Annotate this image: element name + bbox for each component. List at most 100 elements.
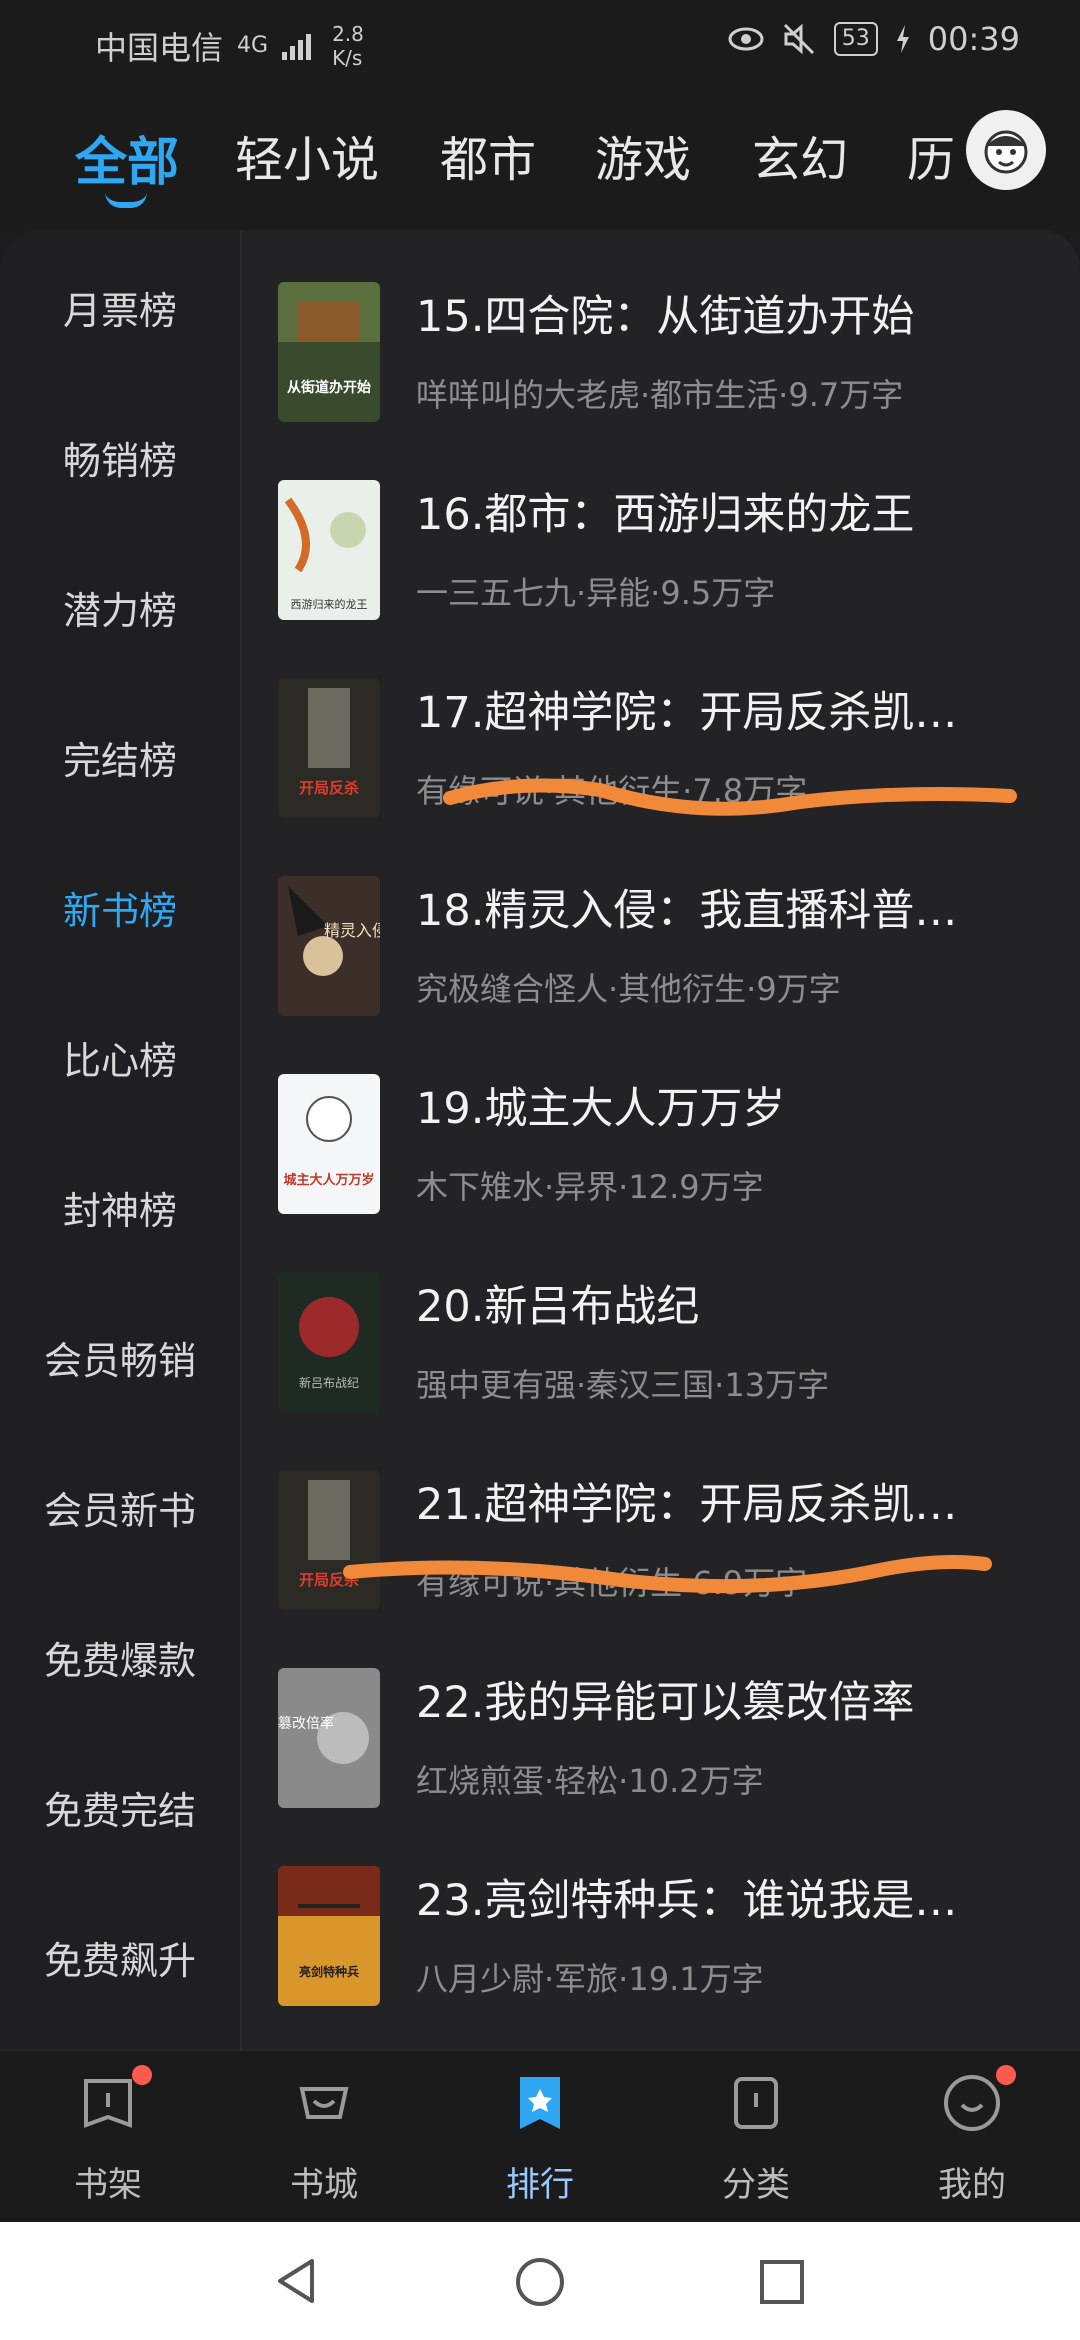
list-item[interactable]: 精灵入侵 18.精灵入侵：我直播科普… 究极缝合怪人·其他衍生·9万字 (240, 824, 1080, 1022)
sidebar-item-free-rising[interactable]: 免费飙升 (0, 1930, 240, 1985)
back-icon[interactable] (272, 2256, 322, 2306)
book-title[interactable]: 18.精灵入侵：我直播科普… (416, 876, 957, 938)
list-item[interactable]: 西游归来的龙王 16.都市：西游归来的龙王 一三五七九·异能·9.5万字 (240, 428, 1080, 626)
status-bar: 中国电信 4G 2.8 K/s 53 00:39 (0, 0, 1080, 90)
book-cover[interactable]: 开局反杀 (278, 1470, 380, 1610)
clock: 00:39 (927, 20, 1020, 58)
book-title[interactable]: 23.亮剑特种兵：谁说我是… (416, 1866, 957, 1928)
home-icon[interactable] (514, 2256, 566, 2308)
list-item[interactable]: 开局反杀 17.超神学院：开局反杀凯… 有缘可说·其他衍生·7.8万字 (240, 626, 1080, 824)
nav-profile[interactable]: 我的 (902, 2065, 1042, 2206)
eye-icon (728, 27, 764, 51)
nav-label: 分类 (722, 2165, 790, 2205)
sidebar-item-free-hot[interactable]: 免费爆款 (0, 1630, 240, 1685)
category-tabs: 全部 轻小说 都市 游戏 玄幻 历 (0, 90, 1080, 230)
book-meta: 强中更有强·秦汉三国·13万字 (416, 1366, 830, 1404)
tab-light-novel[interactable]: 轻小说 (235, 120, 379, 190)
tab-all[interactable]: 全部 (75, 120, 179, 195)
bookstore-icon (292, 2071, 356, 2135)
battery-level: 53 (833, 22, 878, 56)
cover-text: 从街道办开始 (287, 379, 371, 396)
nav-label: 排行 (506, 2165, 574, 2205)
list-item[interactable]: 新吕布战纪 20.新吕布战纪 强中更有强·秦汉三国·13万字 (240, 1220, 1080, 1418)
tab-history[interactable]: 历 (907, 120, 955, 190)
book-list: 从街道办开始 15.四合院：从街道办开始 咩咩叫的大老虎·都市生活·9.7万字 … (240, 230, 1080, 2050)
sidebar-item-free-completed[interactable]: 免费完结 (0, 1780, 240, 1835)
list-item[interactable]: 篡改倍率 22.我的异能可以篡改倍率 红烧煎蛋·轻松·10.2万字 (240, 1616, 1080, 1814)
book-cover[interactable]: 西游归来的龙王 (278, 480, 380, 620)
cover-text: 新吕布战纪 (299, 1375, 359, 1390)
nav-bookstore[interactable]: 书城 (254, 2071, 394, 2206)
list-item[interactable]: 亮剑特种兵 23.亮剑特种兵：谁说我是… 八月少尉·军旅·19.1万字 (240, 1814, 1080, 2012)
nav-category[interactable]: 分类 (686, 2071, 826, 2206)
cover-text: 西游归来的龙王 (291, 597, 368, 611)
face-icon (984, 130, 1028, 174)
book-cover[interactable]: 城主大人万万岁 (278, 1074, 380, 1214)
tab-urban[interactable]: 都市 (440, 120, 536, 190)
ranking-panel: 月票榜 畅销榜 潜力榜 完结榜 新书榜 比心榜 封神榜 会员畅销 会员新书 免费… (0, 230, 1080, 2050)
badge-dot (996, 2065, 1016, 2085)
book-title[interactable]: 16.都市：西游归来的龙王 (416, 480, 914, 542)
list-item[interactable]: 从街道办开始 15.四合院：从街道办开始 咩咩叫的大老虎·都市生活·9.7万字 (240, 230, 1080, 428)
sidebar-item-new-books[interactable]: 新书榜 (0, 880, 240, 935)
cover-text: 开局反杀 (299, 1571, 359, 1589)
active-tab-indicator (105, 192, 147, 208)
cover-text: 亮剑特种兵 (299, 1964, 359, 1979)
sidebar-item-potential[interactable]: 潜力榜 (0, 580, 240, 635)
bottom-nav: 书架 书城 排行 分类 我的 (0, 2050, 1080, 2223)
net-speed-value: 2.8 (332, 22, 364, 46)
list-item[interactable]: 开局反杀 21.超神学院：开局反杀凯… 有缘可说·其他衍生·6.9万字 (240, 1418, 1080, 1616)
ranking-sidebar: 月票榜 畅销榜 潜力榜 完结榜 新书榜 比心榜 封神榜 会员畅销 会员新书 免费… (0, 230, 242, 2050)
sidebar-item-vip-bestseller[interactable]: 会员畅销 (0, 1330, 240, 1385)
book-meta: 八月少尉·军旅·19.1万字 (416, 1960, 764, 1998)
nav-label: 书城 (290, 2165, 358, 2205)
sidebar-item-monthly[interactable]: 月票榜 (0, 280, 240, 335)
book-meta: 究极缝合怪人·其他衍生·9万字 (416, 970, 841, 1008)
ranking-icon (508, 2071, 572, 2135)
book-cover[interactable]: 开局反杀 (278, 678, 380, 818)
book-meta: 咩咩叫的大老虎·都市生活·9.7万字 (416, 376, 904, 414)
book-cover[interactable]: 篡改倍率 (278, 1668, 380, 1808)
cover-text: 开局反杀 (299, 779, 359, 797)
net-speed-unit: K/s (332, 46, 363, 70)
bookshelf-icon (76, 2065, 152, 2135)
recent-apps-icon[interactable] (758, 2258, 806, 2306)
sidebar-item-completed[interactable]: 完结榜 (0, 730, 240, 785)
nav-label: 我的 (938, 2165, 1006, 2205)
book-title[interactable]: 21.超神学院：开局反杀凯… (416, 1470, 957, 1532)
sidebar-item-fengshen[interactable]: 封神榜 (0, 1180, 240, 1235)
tab-game[interactable]: 游戏 (595, 120, 691, 190)
book-title[interactable]: 22.我的异能可以篡改倍率 (416, 1668, 914, 1730)
book-title[interactable]: 20.新吕布战纪 (416, 1272, 699, 1334)
book-meta: 木下雉水·异界·12.9万字 (416, 1168, 764, 1206)
sidebar-item-vip-new[interactable]: 会员新书 (0, 1480, 240, 1535)
system-nav-bar (0, 2222, 1080, 2340)
book-cover[interactable]: 亮剑特种兵 (278, 1866, 380, 2006)
sidebar-item-bixin[interactable]: 比心榜 (0, 1030, 240, 1085)
profile-icon (940, 2065, 1016, 2135)
avatar[interactable] (966, 110, 1046, 190)
book-cover[interactable]: 新吕布战纪 (278, 1272, 380, 1412)
category-icon (724, 2071, 788, 2135)
sidebar-item-bestseller[interactable]: 畅销榜 (0, 430, 240, 485)
book-meta: 一三五七九·异能·9.5万字 (416, 574, 776, 612)
mute-icon (783, 23, 814, 55)
status-right: 53 00:39 (728, 20, 1020, 58)
status-left: 中国电信 4G 2.8 K/s (95, 22, 364, 70)
charging-icon (896, 25, 909, 53)
tab-fantasy[interactable]: 玄幻 (752, 120, 848, 190)
nav-bookshelf[interactable]: 书架 (38, 2065, 178, 2206)
badge-dot (132, 2065, 152, 2085)
book-cover[interactable]: 精灵入侵 (278, 876, 380, 1016)
book-title[interactable]: 19.城主大人万万岁 (416, 1074, 785, 1136)
list-item[interactable]: 城主大人万万岁 19.城主大人万万岁 木下雉水·异界·12.9万字 (240, 1022, 1080, 1220)
book-title[interactable]: 15.四合院：从街道办开始 (416, 282, 914, 344)
cover-text: 精灵入侵 (324, 921, 380, 940)
cover-text: 篡改倍率 (278, 1715, 334, 1732)
book-cover[interactable]: 从街道办开始 (278, 282, 380, 422)
cover-text: 城主大人万万岁 (283, 1172, 374, 1188)
nav-ranking[interactable]: 排行 (470, 2071, 610, 2206)
book-title[interactable]: 17.超神学院：开局反杀凯… (416, 678, 957, 740)
book-meta: 红烧煎蛋·轻松·10.2万字 (416, 1762, 764, 1800)
book-meta: 有缘可说·其他衍生·7.8万字 (416, 772, 808, 810)
